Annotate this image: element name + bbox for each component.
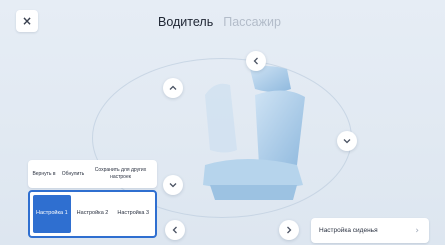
chevron-up-icon [169, 85, 177, 90]
chevron-down-icon [343, 139, 351, 144]
close-icon: × [21, 14, 33, 28]
chevron-left-icon [253, 57, 258, 65]
chevron-right-icon [287, 226, 292, 234]
seat-actions: Вернуть в Обнулить Сохранить для других … [28, 160, 157, 188]
reset-button[interactable]: Обнулить [58, 171, 88, 178]
seat-tabs: Водитель Пассажир [158, 15, 281, 29]
lower-button[interactable] [163, 175, 183, 195]
chevron-right-icon: › [415, 225, 419, 236]
close-button[interactable]: × [16, 10, 38, 32]
preset-3-button[interactable]: Настройка 3 [114, 195, 152, 233]
seat-settings-label: Настройка сиденья [319, 227, 378, 234]
seat-image [203, 66, 305, 200]
save-for-other-button[interactable]: Сохранить для других настроек [88, 167, 153, 181]
chevron-left-icon [172, 226, 177, 234]
preset-2-button[interactable]: Настройка 2 [74, 195, 112, 233]
seat-settings-button[interactable]: Настройка сиденья › [311, 218, 429, 243]
tab-passenger[interactable]: Пассажир [223, 15, 281, 29]
restore-button[interactable]: Вернуть в [30, 171, 58, 178]
move-forward-button[interactable] [279, 220, 299, 240]
preset-1-button[interactable]: Настройка 1 [33, 195, 71, 233]
raise-button[interactable] [163, 78, 183, 98]
preset-panel: Настройка 1 Настройка 2 Настройка 3 [28, 190, 157, 238]
chevron-down-icon [169, 183, 177, 188]
recline-button[interactable] [337, 131, 357, 151]
seat-3d-view[interactable] [175, 55, 325, 215]
tilt-back-button[interactable] [246, 51, 266, 71]
move-back-button[interactable] [165, 220, 185, 240]
tab-driver[interactable]: Водитель [158, 15, 213, 29]
